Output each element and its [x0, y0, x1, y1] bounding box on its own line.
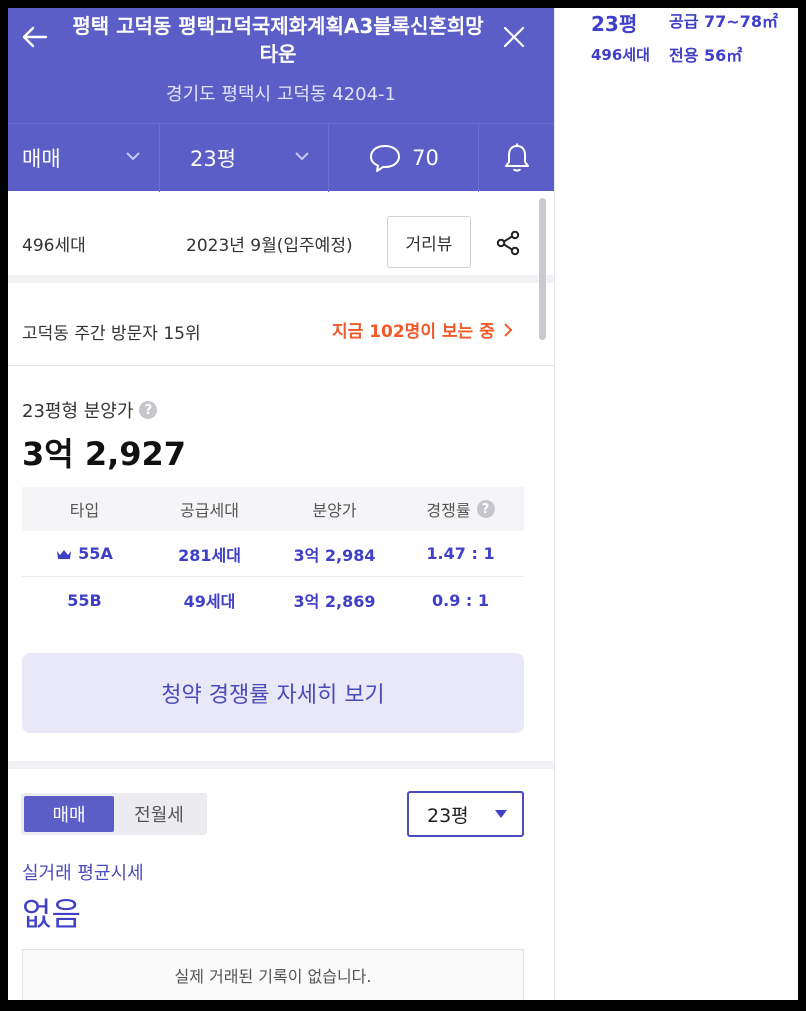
chevron-down-icon	[126, 152, 140, 161]
page-title: 평택 고덕동 평택고덕국제화계획A3블록신혼희망타운	[72, 14, 484, 66]
live-viewers[interactable]: 지금 102명이 보는 중	[332, 317, 513, 342]
move-in-date: 2023년 9월(입주예정)	[186, 236, 353, 256]
type-cell: 55B	[67, 590, 102, 610]
presale-price: 3억 2,927	[22, 435, 187, 473]
no-data-message: 실제 거래된 기록이 없습니다.	[22, 949, 524, 1000]
table-row: 55A 281세대 3억 2,984 1.47 : 1	[22, 531, 524, 577]
table-header: 타입 공급세대 분양가 경쟁률 ?	[22, 487, 524, 531]
visitor-row[interactable]: 고덕동 주간 방문자 15위 지금 102명이 보는 중	[8, 291, 554, 366]
toggle-sale[interactable]: 매매	[24, 796, 114, 832]
col-price: 분양가	[312, 501, 357, 520]
presale-label: 23평형 분양가	[22, 401, 134, 422]
map-side-panel: 23평 공급 77~78㎡ 496세대 전용 56㎡	[554, 8, 798, 1000]
toggle-rent[interactable]: 전월세	[114, 796, 204, 832]
presale-label-row: 23평형 분양가 ?	[22, 397, 158, 423]
close-icon[interactable]	[499, 22, 529, 52]
share-icon[interactable]	[494, 229, 522, 257]
ratio-cell: 1.47 : 1	[426, 544, 495, 563]
supply-cell: 281세대	[178, 545, 241, 565]
live-viewers-text: 지금 102명이 보는 중	[332, 322, 495, 342]
type-value: 55A	[78, 544, 113, 563]
notification-button[interactable]	[479, 124, 554, 192]
app-frame: 평택 고덕동 평택고덕국제화계획A3블록신혼희망타운 경기도 평택시 고덕동 4…	[8, 8, 798, 1000]
right-size: 23평	[591, 12, 638, 36]
col-type: 타입	[69, 501, 100, 520]
price-cell: 3억 2,869	[293, 592, 376, 611]
header: 평택 고덕동 평택고덕국제화계획A3블록신혼희망타운 경기도 평택시 고덕동 4…	[8, 8, 554, 123]
help-icon[interactable]: ?	[476, 500, 495, 518]
right-units: 496세대	[591, 46, 650, 64]
household-count: 496세대	[22, 236, 86, 256]
size-label: 23평	[190, 147, 237, 171]
comments-count: 70	[412, 146, 439, 170]
col-ratio: 경쟁률 ?	[397, 497, 524, 521]
bell-icon	[504, 143, 529, 172]
back-arrow-icon[interactable]	[20, 22, 50, 52]
complex-info-row: 496세대 2023년 9월(입주예정) 거리뷰	[8, 191, 554, 283]
avg-price-value: 없음	[22, 895, 81, 933]
speech-bubble-icon	[370, 145, 401, 172]
scrollbar[interactable]	[539, 198, 546, 340]
visitor-rank: 고덕동 주간 방문자 15위	[22, 324, 201, 344]
ratio-cell: 0.9 : 1	[431, 590, 489, 610]
right-supply-area: 공급 77~78㎡	[669, 12, 778, 31]
caret-down-icon	[495, 810, 507, 818]
size-select[interactable]: 23평	[160, 124, 329, 192]
col-ratio-label: 경쟁률	[426, 501, 471, 520]
avg-price-label: 실거래 평균시세	[22, 863, 144, 884]
crown-icon	[57, 549, 72, 559]
street-view-button[interactable]: 거리뷰	[387, 216, 471, 268]
comments-button[interactable]: 70	[329, 124, 479, 192]
tab-bar: 매매 23평 70	[8, 123, 554, 192]
address: 경기도 평택시 고덕동 4204-1	[166, 84, 396, 105]
type-cell: 55A	[22, 544, 147, 563]
price-cell: 3억 2,984	[293, 545, 376, 565]
trade-type-select[interactable]: 매매	[8, 124, 160, 192]
trade-toggle: 매매 전월세	[21, 793, 207, 835]
presale-table: 타입 공급세대 분양가 경쟁률 ? 55A 281세대 3억 2,984 1.4…	[22, 487, 524, 623]
col-supply: 공급세대	[180, 501, 239, 520]
trade-type-label: 매매	[22, 147, 61, 171]
table-row: 55B 49세대 3억 2,869 0.9 : 1	[22, 577, 524, 623]
competition-detail-button[interactable]: 청약 경쟁률 자세히 보기	[22, 653, 524, 733]
market-section: 매매 전월세 23평 실거래 평균시세 없음 실제 거래된 기록이 없습니다.	[8, 777, 554, 1000]
presale-section: 23평형 분양가 ? 3억 2,927 타입 공급세대 분양가 경쟁률 ? 55…	[8, 367, 554, 769]
detail-panel: 평택 고덕동 평택고덕국제화계획A3블록신혼희망타운 경기도 평택시 고덕동 4…	[8, 8, 554, 1000]
size-dropdown[interactable]: 23평	[407, 791, 524, 837]
right-exclusive-area: 전용 56㎡	[669, 46, 743, 65]
supply-cell: 49세대	[183, 592, 236, 611]
help-icon[interactable]: ?	[139, 401, 158, 419]
chevron-right-icon	[504, 322, 513, 337]
size-dropdown-value: 23평	[427, 804, 469, 827]
chevron-down-icon	[295, 152, 309, 161]
